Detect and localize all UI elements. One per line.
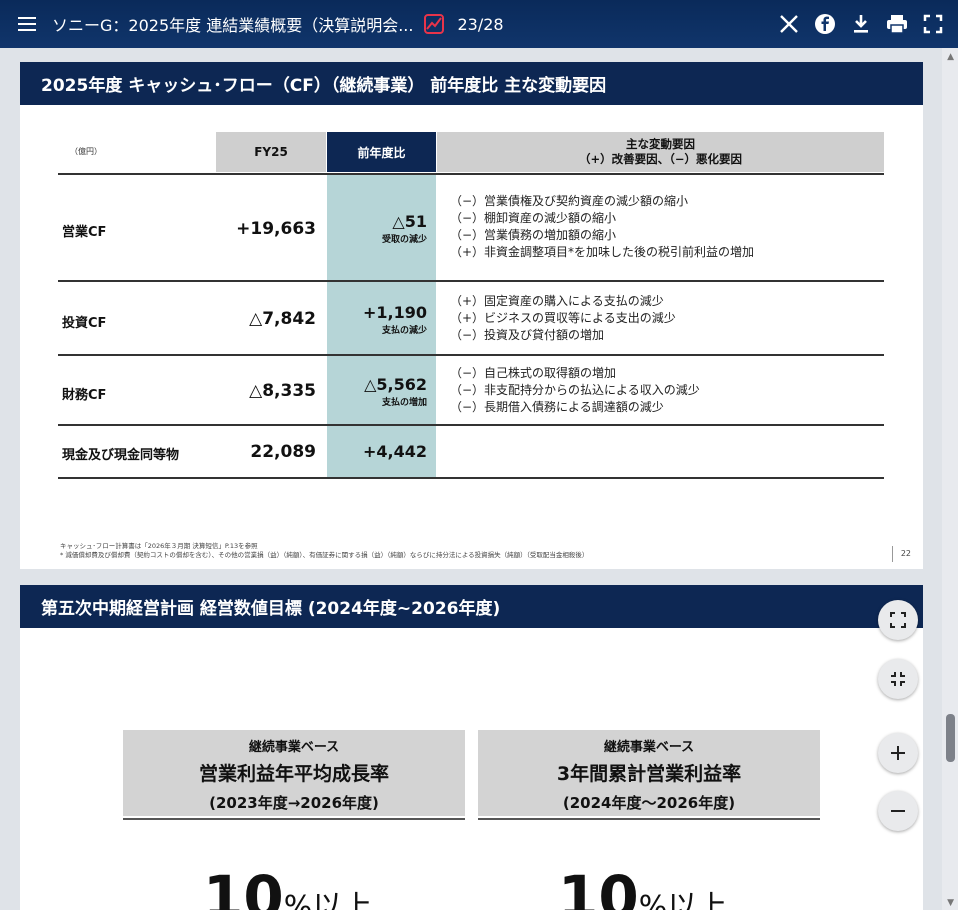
kpi-target-value: 10: [558, 863, 639, 910]
kpi-target: 10%以上: [203, 863, 372, 910]
slide-mid-term-plan: 第五次中期経営計画 経営数値目標 (2024年度~2026年度) 継続事業ベース…: [20, 585, 923, 910]
header-fy25: FY25: [216, 132, 326, 172]
hamburger-icon[interactable]: [18, 13, 36, 35]
kpi-target-unit: %以上: [638, 890, 728, 910]
scroll-down-icon[interactable]: ▼: [947, 898, 954, 908]
kpi-target-value: 10: [203, 863, 284, 910]
slide-page-number: 22: [891, 546, 911, 562]
row-fy-value: △8,335: [249, 381, 316, 401]
vertical-scrollbar[interactable]: ▲ ▼: [942, 48, 958, 910]
top-toolbar: ソニーG：2025年度 連結業績概要（決算説明会... 23/28: [0, 0, 958, 48]
footnote-line: * 減価償却費及び償却費（契約コストの償却を含む）、その他の営業損（益）（純額）…: [60, 551, 589, 559]
factor-item: （−）営業債務の増加額の縮小: [450, 228, 617, 242]
header-factors: 主な変動要因 （+）改善要因、（−）悪化要因: [437, 132, 884, 172]
shrink-icon[interactable]: [878, 659, 918, 699]
row-yoy-value: △51: [392, 212, 427, 231]
row-label: 投資CF: [62, 316, 107, 331]
header-factors-line2: （+）改善要因、（−）悪化要因: [578, 152, 743, 166]
divider: [58, 354, 884, 356]
row-label: 営業CF: [62, 225, 107, 240]
chart-logo-icon: [424, 14, 445, 34]
x-logo-icon[interactable]: [778, 13, 800, 35]
row-factors: （−）営業債権及び契約資産の減少額の縮小 （−）棚卸資産の減少額の縮小 （−）営…: [450, 193, 754, 261]
divider: [58, 424, 884, 426]
factor-item: （−）非支配持分からの払込による収入の減少: [450, 383, 700, 397]
kpi-period: (2023年度→2026年度): [209, 794, 379, 812]
print-icon[interactable]: [886, 13, 908, 35]
row-label: 現金及び現金同等物: [62, 448, 180, 463]
row-label: 財務CF: [62, 388, 107, 403]
kpi-target-unit: %以上: [283, 890, 373, 910]
slide-title: 第五次中期経営計画 経営数値目標 (2024年度~2026年度): [20, 585, 923, 628]
row-fy-value: +19,663: [236, 219, 316, 239]
kpi-target: 10%以上: [558, 863, 727, 910]
fit-page-icon[interactable]: [878, 600, 918, 640]
row-yoy: △5,562 支払の増加: [327, 375, 427, 408]
factor-item: （−）営業債権及び契約資産の減少額の縮小: [450, 194, 689, 208]
page-counter: 23/28: [457, 14, 504, 34]
row-yoy-value: +4,442: [362, 442, 427, 461]
factor-item: （−）自己株式の取得額の増加: [450, 366, 617, 380]
unit-label: （億円）: [70, 147, 102, 156]
header-yoy: 前年度比: [327, 132, 436, 172]
divider: [58, 477, 884, 479]
kpi-title: 3年間累計営業利益率: [556, 763, 742, 785]
kpi-basis: 継続事業ベース: [603, 740, 695, 755]
scroll-up-icon[interactable]: ▲: [947, 52, 954, 62]
scrollbar-thumb[interactable]: [946, 714, 955, 762]
header-factors-line1: 主な変動要因: [626, 137, 695, 151]
kpi-period: (2024年度～2026年度): [562, 794, 736, 812]
plus-icon[interactable]: [878, 733, 918, 773]
facebook-icon[interactable]: [814, 13, 836, 35]
kpi-basis: 継続事業ベース: [248, 740, 340, 755]
slide-title: 2025年度 キャッシュ･フロー（CF）（継続事業） 前年度比 主な変動要因: [20, 62, 923, 105]
row-yoy-note: 支払の減少: [381, 326, 427, 336]
kpi-title: 営業利益年平均成長率: [198, 763, 389, 785]
fullscreen-icon[interactable]: [922, 13, 944, 35]
factor-item: （−）棚卸資産の減少額の縮小: [450, 211, 617, 225]
footnote: キャッシュ･フロー計算書は「2026年３月期 決算短信」P.13を参照 * 減価…: [60, 542, 588, 560]
divider: [58, 173, 884, 175]
download-icon[interactable]: [850, 13, 872, 35]
document-title: ソニーG：2025年度 連結業績概要（決算説明会...: [52, 16, 414, 35]
row-yoy-note: 受取の減少: [381, 235, 427, 245]
row-yoy: +4,442: [327, 442, 427, 461]
row-fy-value: △7,842: [249, 309, 316, 329]
factor-item: （+）ビジネスの買収等による支出の減少: [450, 311, 676, 325]
row-yoy: △51 受取の減少: [327, 212, 427, 245]
divider: [478, 818, 820, 820]
minus-icon[interactable]: [878, 791, 918, 831]
row-yoy: +1,190 支払の減少: [327, 303, 427, 336]
slide-cash-flow: 2025年度 キャッシュ･フロー（CF）（継続事業） 前年度比 主な変動要因 （…: [20, 62, 923, 569]
kpi-card: 継続事業ベース 営業利益年平均成長率 (2023年度→2026年度): [123, 730, 465, 816]
row-factors: （−）自己株式の取得額の増加 （−）非支配持分からの払込による収入の減少 （−）…: [450, 365, 700, 416]
row-yoy-value: △5,562: [364, 375, 427, 394]
divider: [123, 818, 465, 820]
divider: [58, 280, 884, 282]
factor-item: （+）非資金調整項目*を加味した後の税引前利益の増加: [450, 245, 755, 259]
factor-item: （−）投資及び貸付額の増加: [450, 328, 605, 342]
factor-item: （+）固定資産の購入による支払の減少: [450, 294, 664, 308]
factor-item: （−）長期借入債務による調達額の減少: [450, 400, 664, 414]
document-viewer: 2025年度 キャッシュ･フロー（CF）（継続事業） 前年度比 主な変動要因 （…: [0, 48, 958, 910]
footnote-line: キャッシュ･フロー計算書は「2026年３月期 決算短信」P.13を参照: [60, 542, 258, 550]
row-yoy-note: 支払の増加: [381, 398, 427, 408]
kpi-card: 継続事業ベース 3年間累計営業利益率 (2024年度～2026年度): [478, 730, 820, 816]
row-fy-value: 22,089: [250, 442, 316, 462]
row-yoy-value: +1,190: [362, 303, 427, 322]
row-factors: （+）固定資産の購入による支払の減少 （+）ビジネスの買収等による支出の減少 （…: [450, 293, 676, 344]
